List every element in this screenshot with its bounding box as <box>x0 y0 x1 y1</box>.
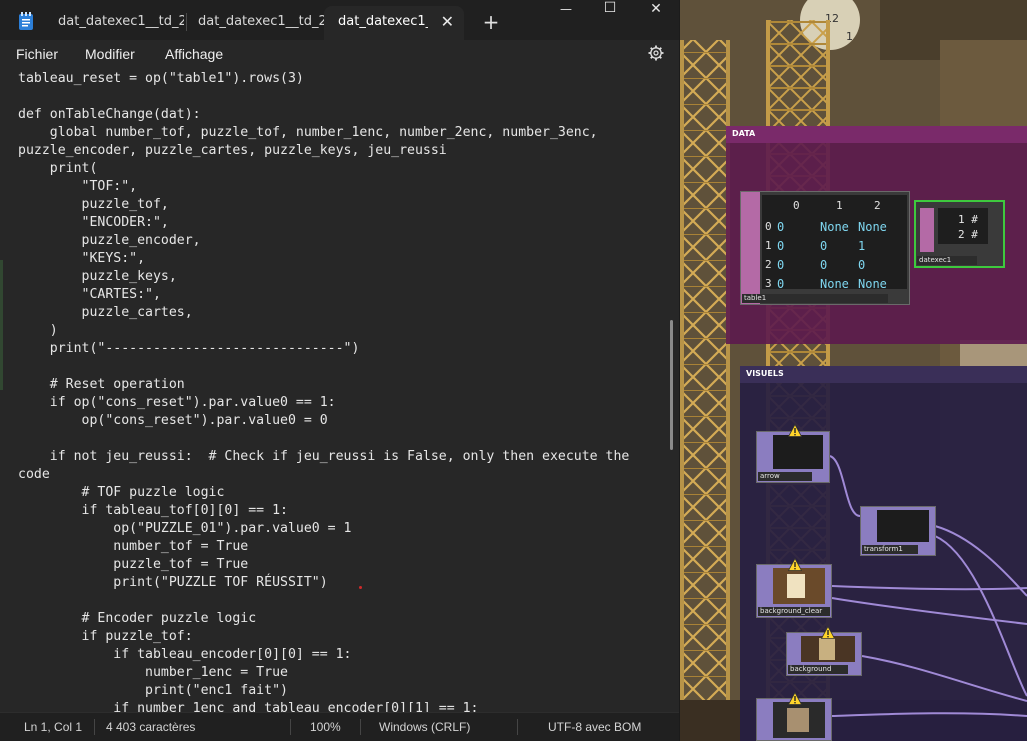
menu-view[interactable]: Affichage <box>165 46 223 62</box>
close-window-button[interactable]: ✕ <box>633 1 679 23</box>
arrow-node[interactable]: arrow <box>756 431 830 483</box>
datexec-line: 2 # <box>958 228 978 241</box>
table-node-label: table1 <box>742 294 888 303</box>
table-cell: None <box>820 277 849 291</box>
preview-highlight <box>819 638 835 660</box>
menu-bar: Fichier Modifier Affichage <box>0 40 679 70</box>
node-input-strip <box>920 208 934 252</box>
svg-text:1: 1 <box>846 30 853 43</box>
tab-label: dat_datexec1__td_26828 <box>58 14 184 29</box>
table-cell: 0 <box>858 258 866 272</box>
table-cell: 0 <box>820 258 828 272</box>
preview-highlight <box>787 708 809 732</box>
background-node-label: background <box>788 665 848 674</box>
node-preview <box>801 636 855 662</box>
code-content[interactable]: tableau_reset = op("table1").rows(3) def… <box>18 70 658 712</box>
node-preview <box>773 435 823 469</box>
table-cell: 0 <box>777 220 785 234</box>
node-preview <box>773 702 825 738</box>
datexec-node[interactable]: 1 # 2 # datexec1 <box>914 200 1005 268</box>
status-divider <box>94 719 95 735</box>
warning-icon[interactable] <box>821 626 835 639</box>
tab-label: dat_datexec1__td_20324 <box>198 14 324 29</box>
tab-file-2[interactable]: dat_datexec1__td_20324 <box>184 6 324 40</box>
table-node[interactable]: 0 1 2 0 1 2 3 0 None None 0 0 1 0 0 0 0 … <box>740 191 910 305</box>
background-clear-node-label: background_clear <box>758 607 830 616</box>
warning-icon[interactable] <box>788 692 802 705</box>
status-char-count: 4 403 caractères <box>106 720 196 734</box>
status-divider <box>290 719 291 735</box>
tab-bar: dat_datexec1__td_26828 dat_datexec1__td_… <box>0 0 679 40</box>
table-cell: 0 <box>820 239 828 253</box>
datexec-node-label: datexec1 <box>917 256 977 265</box>
status-zoom[interactable]: 100% <box>310 720 341 734</box>
datexec-line: 1 # <box>958 213 978 226</box>
table-cell: None <box>858 277 887 291</box>
new-tab-button[interactable]: + <box>482 8 500 36</box>
touchdesigner-network: 12 1 DATA 0 1 2 0 1 2 3 0 None None 0 0 … <box>680 0 1027 741</box>
tab-label: dat_datexec1__td <box>338 14 428 29</box>
warning-icon[interactable] <box>788 558 802 571</box>
text-editor[interactable]: tableau_reset = op("table1").rows(3) def… <box>0 70 679 712</box>
editor-edge-accent <box>0 260 3 390</box>
node-input-strip <box>741 192 760 304</box>
arrow-node-label: arrow <box>758 472 812 481</box>
status-bar: Ln 1, Col 1 4 403 caractères 100% Window… <box>0 712 679 741</box>
minimize-button[interactable]: — <box>543 2 589 24</box>
table-cell: None <box>858 220 887 234</box>
transform-node-label: transform1 <box>862 545 918 554</box>
table-cell: 0 <box>777 258 785 272</box>
data-panel-header <box>726 126 1027 143</box>
table-cell: 0 <box>777 277 785 291</box>
status-divider <box>360 719 361 735</box>
background-clear-node[interactable]: background_clear <box>756 564 832 618</box>
node-preview <box>877 510 929 542</box>
status-line-ending[interactable]: Windows (CRLF) <box>379 720 470 734</box>
table-cell: None <box>820 220 849 234</box>
menu-file[interactable]: Fichier <box>16 46 58 62</box>
table-row-index: 0 <box>765 220 772 233</box>
vertical-scrollbar[interactable] <box>670 320 673 450</box>
status-divider <box>517 719 518 735</box>
status-position[interactable]: Ln 1, Col 1 <box>24 720 82 734</box>
table-row-index: 1 <box>765 239 772 252</box>
data-panel-title: DATA <box>732 129 756 138</box>
status-encoding[interactable]: UTF-8 avec BOM <box>548 720 641 734</box>
menu-edit[interactable]: Modifier <box>85 46 135 62</box>
table-header-1: 1 <box>836 199 843 212</box>
notepad-window: dat_datexec1__td_26828 dat_datexec1__td_… <box>0 0 679 741</box>
table-header-0: 0 <box>793 199 800 212</box>
maximize-button[interactable]: ☐ <box>587 0 633 22</box>
data-panel[interactable]: DATA 0 1 2 0 1 2 3 0 None None 0 0 1 0 0… <box>726 126 1027 344</box>
warning-icon[interactable] <box>788 424 802 437</box>
preview-highlight <box>787 574 805 598</box>
notepad-app-icon <box>19 12 33 30</box>
tab-file-3-active[interactable]: dat_datexec1__td ✕ <box>324 6 464 40</box>
table-row-index: 3 <box>765 277 772 290</box>
close-tab-icon[interactable]: ✕ <box>441 6 454 38</box>
table-header-2: 2 <box>874 199 881 212</box>
gear-icon[interactable] <box>648 45 664 61</box>
table-row-index: 2 <box>765 258 772 271</box>
table-cell: 1 <box>858 239 866 253</box>
node-preview <box>773 568 825 604</box>
cursor-marker <box>359 586 362 589</box>
tab-file-1[interactable]: dat_datexec1__td_26828 <box>44 6 184 40</box>
table-cell: 0 <box>777 239 785 253</box>
transform-node[interactable]: transform1 <box>860 506 936 556</box>
visuels-panel[interactable]: VISUELS arrow transform1 background_clea… <box>740 366 1027 741</box>
